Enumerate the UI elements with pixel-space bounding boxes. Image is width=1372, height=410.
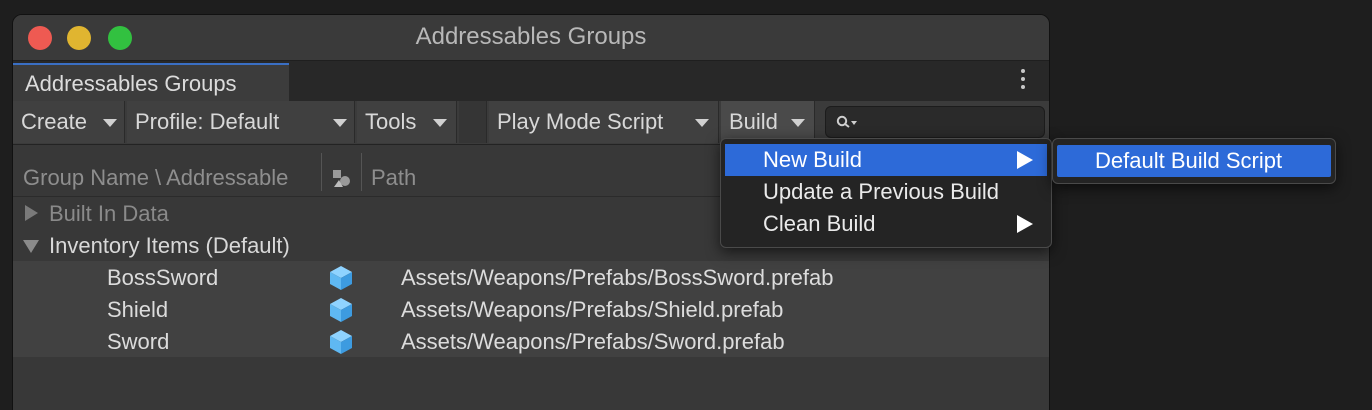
create-dropdown[interactable]: Create <box>13 101 125 143</box>
build-dropdown[interactable]: Build <box>721 101 815 143</box>
table-row[interactable]: BossSword Assets/Weapons/Prefabs/BossSwo… <box>13 261 1049 293</box>
column-path[interactable]: Path <box>371 165 416 191</box>
new-build-submenu: Default Build Script <box>1052 138 1336 184</box>
build-menu: New Build Update a Previous Build Clean … <box>720 138 1052 248</box>
entry-name: Sword <box>107 329 170 354</box>
chevron-down-icon <box>103 119 117 127</box>
group-label: Inventory Items (Default) <box>49 233 290 258</box>
table-row[interactable]: Sword Assets/Weapons/Prefabs/Sword.prefa… <box>13 325 1049 357</box>
entry-path: Assets/Weapons/Prefabs/BossSword.prefab <box>401 265 834 290</box>
menu-item-update-previous-build[interactable]: Update a Previous Build <box>725 176 1047 208</box>
chevron-down-icon <box>791 119 805 127</box>
chevron-down-icon <box>433 119 447 127</box>
play-mode-label: Play Mode Script <box>497 109 664 134</box>
toolbar-spacer <box>459 101 487 143</box>
more-options-icon[interactable] <box>1021 69 1027 89</box>
submenu-arrow-icon <box>1017 215 1033 233</box>
entry-name: BossSword <box>107 265 219 290</box>
collapse-arrow-icon[interactable] <box>23 240 39 253</box>
prefab-icon <box>330 330 352 354</box>
profile-dropdown[interactable]: Profile: Default <box>127 101 355 143</box>
entry-path: Assets/Weapons/Prefabs/Shield.prefab <box>401 297 784 322</box>
group-label: Built In Data <box>49 201 169 226</box>
column-group-name[interactable]: Group Name \ Addressable <box>23 165 317 191</box>
menu-item-clean-build[interactable]: Clean Build <box>725 208 1047 240</box>
tools-dropdown[interactable]: Tools <box>357 101 457 143</box>
menu-item-default-build-script[interactable]: Default Build Script <box>1057 145 1331 177</box>
tab-addressables-groups[interactable]: Addressables Groups <box>13 63 289 101</box>
prefab-icon <box>330 298 352 322</box>
search-input[interactable] <box>825 106 1045 138</box>
column-divider[interactable] <box>361 153 362 191</box>
tab-strip: Addressables Groups <box>13 61 1049 101</box>
table-row[interactable]: Shield Assets/Weapons/Prefabs/Shield.pre… <box>13 293 1049 325</box>
menu-item-label: New Build <box>763 147 863 172</box>
profile-label: Profile: Default <box>135 109 280 134</box>
window-title: Addressables Groups <box>415 23 647 50</box>
menu-item-label: Clean Build <box>763 211 876 236</box>
build-label: Build <box>729 109 778 134</box>
chevron-down-icon <box>695 119 709 127</box>
search-icon <box>836 115 857 128</box>
create-label: Create <box>21 109 88 134</box>
prefab-icon <box>330 266 352 290</box>
asset-type-column-icon[interactable] <box>331 167 353 189</box>
chevron-down-icon <box>333 119 347 127</box>
tools-label: Tools <box>365 109 417 134</box>
title-bar: Addressables Groups <box>13 15 1049 61</box>
submenu-arrow-icon <box>1017 151 1033 169</box>
entry-path: Assets/Weapons/Prefabs/Sword.prefab <box>401 329 785 354</box>
menu-item-label: Update a Previous Build <box>763 179 1000 204</box>
expand-arrow-icon[interactable] <box>25 205 38 221</box>
entry-name: Shield <box>107 297 169 322</box>
column-divider[interactable] <box>321 153 322 191</box>
play-mode-script-dropdown[interactable]: Play Mode Script <box>489 101 719 143</box>
menu-item-new-build[interactable]: New Build <box>725 144 1047 176</box>
